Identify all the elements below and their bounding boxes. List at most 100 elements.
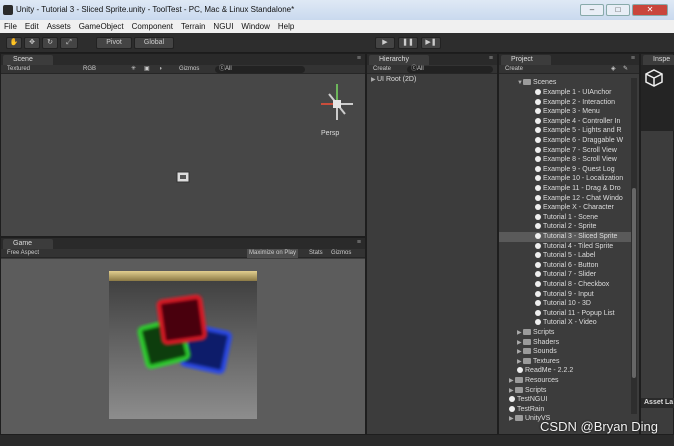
tab-hierarchy[interactable]: Hierarchy [369,55,429,65]
scene-item[interactable]: Tutorial 7 - Slider [535,270,631,280]
scale-tool-button[interactable]: ⤢ [60,37,78,49]
scene-item[interactable]: Tutorial 10 - 3D [535,299,631,309]
scene-item[interactable]: Tutorial X - Video [535,318,631,328]
project-folder[interactable]: ▶ Sounds [517,347,631,357]
scene-item[interactable]: Example 8 - Scroll View [535,155,631,165]
scene-search-input[interactable]: ⓒAll [215,66,305,73]
filter-icon[interactable]: ◈ [611,65,616,74]
scene-item[interactable]: Tutorial 6 - Button [535,261,631,271]
scene-item-label: Tutorial 9 - Input [543,290,594,298]
project-scene-item[interactable]: TestRain [509,405,631,415]
scene-item[interactable]: Example 11 - Drag & Dro [535,184,631,194]
panel-menu-icon[interactable]: ≡ [631,55,635,62]
panel-menu-icon[interactable]: ≡ [357,239,361,246]
scene-item[interactable]: Example 1 - UIAnchor [535,88,631,98]
maximize-on-play-toggle[interactable]: Maximize on Play [247,249,299,258]
scene-viewport[interactable] [1,74,365,236]
label-filter-icon[interactable]: ✎ [623,65,628,74]
scene-item[interactable]: Example 3 - Menu [535,107,631,117]
scene-item[interactable]: Example 10 - Localization [535,174,631,184]
audio-toggle-icon[interactable]: ◗ [159,65,163,74]
image-toggle-icon[interactable]: ▣ [144,65,150,74]
global-toggle[interactable]: Global [134,37,174,49]
menu-assets[interactable]: Assets [47,20,71,33]
lighting-toggle-icon[interactable]: ✳ [131,65,136,74]
scene-item[interactable]: Example 6 - Draggable W [535,136,631,146]
scene-item[interactable]: Example 4 - Controller In [535,117,631,127]
move-icon: ✥ [29,39,35,46]
scene-item[interactable]: Example 2 - Interaction [535,98,631,108]
tab-scene[interactable]: Scene [3,55,53,65]
project-folder[interactable]: ▶ Shaders [517,338,631,348]
readme-item[interactable]: ReadMe - 2.2.2 [517,366,631,376]
menu-help[interactable]: Help [278,20,294,33]
hierarchy-search-input[interactable]: ⓒAll [407,66,493,73]
persp-label[interactable]: Persp [321,130,339,137]
project-scrollbar[interactable] [631,78,637,414]
scene-item[interactable]: Tutorial 1 - Scene [535,213,631,223]
scene-item-label: Example 2 - Interaction [543,98,615,106]
pause-button[interactable]: ❚❚ [398,37,418,49]
window-titlebar: Unity - Tutorial 3 - Sliced Sprite.unity… [0,0,674,20]
minimize-button[interactable]: – [580,4,604,16]
menu-ngui[interactable]: NGUI [213,20,233,33]
tab-inspector[interactable]: Inspe [643,55,674,65]
project-folder[interactable]: ▶ Textures [517,357,631,367]
scene-item[interactable]: Example 12 - Chat Windo [535,194,631,204]
project-folder[interactable]: ▶ Scripts [517,328,631,338]
asset-labels-label: Asset La [641,398,674,408]
project-create-dropdown[interactable]: Create [505,65,523,74]
project-scene-item[interactable]: TestNGUI [509,395,631,405]
unity-scene-icon [535,194,541,201]
scene-item[interactable]: Tutorial 11 - Popup List [535,309,631,319]
unity-scene-icon [535,261,541,268]
scene-item[interactable]: Tutorial 4 - Tiled Sprite [535,242,631,252]
menu-window[interactable]: Window [241,20,269,33]
move-tool-button[interactable]: ✥ [24,37,40,49]
scene-item[interactable]: Example 9 - Quest Log [535,165,631,175]
scene-item[interactable]: Example 7 - Scroll View [535,146,631,156]
scene-item[interactable]: Tutorial 2 - Sprite [535,222,631,232]
scene-item[interactable]: Example X - Character [535,203,631,213]
unity-scene-icon [535,137,541,143]
menu-terrain[interactable]: Terrain [181,20,205,33]
close-button[interactable]: ✕ [632,4,668,16]
scene-item[interactable]: Tutorial 3 - Sliced Sprite [499,232,631,242]
aspect-dropdown[interactable]: Free Aspect [7,249,39,258]
unity-scene-icon [535,271,541,278]
game-viewport[interactable] [1,259,365,434]
rotate-tool-button[interactable]: ↻ [42,37,58,49]
render-mode-dropdown[interactable]: RGB [83,65,96,74]
maximize-button[interactable]: □ [606,4,630,16]
panel-menu-icon[interactable]: ≡ [357,55,361,62]
hand-tool-button[interactable]: ✋ [6,37,22,49]
gizmos-dropdown[interactable]: Gizmos [179,65,199,74]
pivot-toggle[interactable]: Pivot [96,37,132,49]
scene-item[interactable]: Example 5 - Lights and R [535,126,631,136]
menu-gameobject[interactable]: GameObject [79,20,124,33]
hierarchy-item[interactable]: ▶UI Root (2D) [371,75,495,85]
menu-component[interactable]: Component [132,20,173,33]
unity-scene-icon [535,117,541,124]
tab-game[interactable]: Game [3,239,53,249]
scene-item-label: Example X - Character [543,204,614,212]
scene-item[interactable]: Tutorial 5 - Label [535,251,631,261]
folder-scenes[interactable]: ▼ Scenes [517,78,631,88]
panel-menu-icon[interactable]: ≡ [489,55,493,62]
game-gizmos-dropdown[interactable]: Gizmos [331,249,351,258]
project-folder[interactable]: ▶ Scripts [509,386,631,396]
step-button[interactable]: ▶❚ [421,37,441,49]
game-tab-label: Game [13,240,33,247]
menu-edit[interactable]: Edit [25,20,39,33]
scale-icon: ⤢ [66,39,72,46]
play-button[interactable]: ▶ [375,37,395,49]
hierarchy-create-dropdown[interactable]: Create [373,65,391,74]
scene-item[interactable]: Tutorial 9 - Input [535,290,631,300]
project-scrollbar-thumb[interactable] [632,188,636,378]
tab-project[interactable]: Project [501,55,551,65]
scene-item[interactable]: Tutorial 8 - Checkbox [535,280,631,290]
project-folder[interactable]: ▶ Resources [509,376,631,386]
shading-dropdown[interactable]: Textured [7,65,30,74]
menu-file[interactable]: File [4,20,17,33]
stats-toggle[interactable]: Stats [309,249,323,258]
